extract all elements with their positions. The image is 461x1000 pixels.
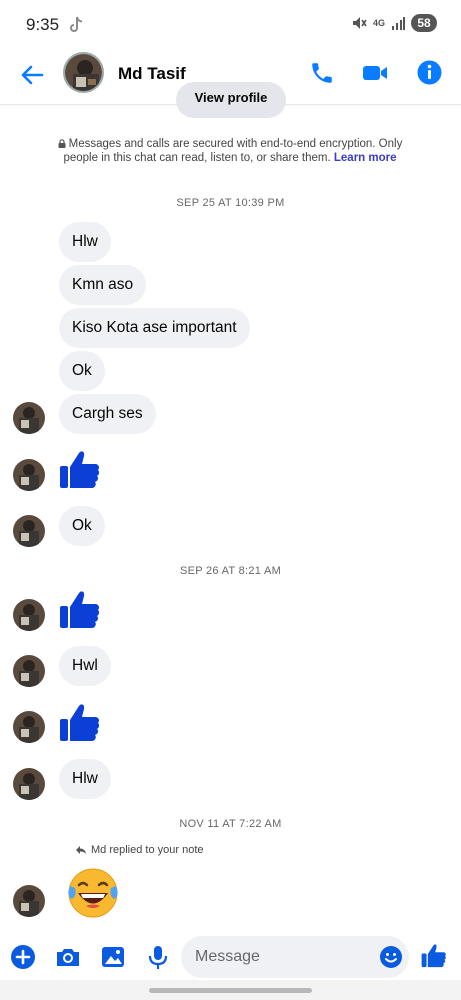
date-separator: SEP 26 AT 8:21 AM: [179, 565, 282, 577]
sender-avatar[interactable]: [13, 711, 45, 743]
avatar-photo: [13, 655, 45, 687]
home-indicator[interactable]: [149, 988, 312, 993]
message-bubble[interactable]: Kiso Kota ase important: [59, 308, 250, 348]
contact-name[interactable]: Md Tasif: [118, 64, 186, 84]
add-icon[interactable]: [9, 943, 37, 971]
signal-icon: [392, 17, 405, 30]
message-bubble[interactable]: Kmn aso: [59, 265, 147, 305]
camera-icon[interactable]: [54, 943, 82, 971]
sender-avatar[interactable]: [13, 655, 45, 687]
avatar-photo: [13, 768, 45, 800]
message-bubble[interactable]: Ok: [59, 506, 105, 546]
tiktok-notification-icon: [70, 16, 83, 32]
sender-avatar[interactable]: [13, 402, 45, 434]
avatar-photo: [13, 599, 45, 631]
battery-indicator: 58: [411, 14, 437, 32]
avatar-photo: [13, 885, 45, 917]
view-profile-button[interactable]: View profile: [176, 82, 286, 118]
contact-avatar[interactable]: [63, 52, 104, 93]
info-icon[interactable]: [416, 59, 443, 86]
sender-avatar[interactable]: [13, 885, 45, 917]
laughing-emoji-icon[interactable]: [66, 866, 120, 920]
status-icons: 4G 58: [351, 14, 437, 32]
microphone-icon[interactable]: [144, 943, 172, 971]
reply-note-text: Md replied to your note: [91, 844, 204, 856]
sender-avatar[interactable]: [13, 515, 45, 547]
sender-avatar[interactable]: [13, 599, 45, 631]
message-bubble[interactable]: Hwl: [59, 646, 111, 686]
message-bubble[interactable]: Ok: [59, 351, 105, 391]
thumbs-up-sticker-icon[interactable]: [59, 589, 101, 631]
audio-call-icon[interactable]: [309, 60, 335, 86]
emoji-picker-icon[interactable]: [379, 945, 403, 969]
reply-arrow-icon: [76, 846, 86, 854]
sender-avatar[interactable]: [13, 768, 45, 800]
reply-note: Md replied to your note: [75, 844, 204, 856]
avatar-photo: [13, 402, 45, 434]
thumbs-up-sticker-icon[interactable]: [59, 449, 101, 491]
message-bubble[interactable]: Hlw: [59, 222, 111, 262]
message-composer: [0, 935, 461, 980]
thumbs-up-sticker-icon[interactable]: [59, 702, 101, 744]
gallery-icon[interactable]: [99, 943, 127, 971]
like-button-icon[interactable]: [421, 943, 447, 969]
message-bubble[interactable]: Cargh ses: [59, 394, 156, 434]
message-input[interactable]: [181, 936, 409, 978]
back-arrow-icon[interactable]: [18, 61, 46, 89]
message-bubble[interactable]: Hlw: [59, 759, 111, 799]
avatar-photo: [65, 54, 102, 91]
video-call-icon[interactable]: [361, 60, 389, 86]
network-type: 4G: [372, 17, 385, 28]
avatar-photo: [13, 459, 45, 491]
status-bar: 9:35 4G 58: [0, 0, 461, 50]
mute-icon: [352, 17, 367, 29]
status-time: 9:35: [26, 15, 60, 34]
avatar-photo: [13, 711, 45, 743]
encryption-notice: Messages and calls are secured with end-…: [55, 137, 405, 165]
date-separator: SEP 25 AT 10:39 PM: [176, 197, 285, 209]
date-separator: NOV 11 AT 7:22 AM: [179, 818, 282, 830]
sender-avatar[interactable]: [13, 459, 45, 491]
avatar-photo: [13, 515, 45, 547]
learn-more-link[interactable]: Learn more: [334, 152, 397, 164]
lock-icon: [58, 139, 66, 148]
